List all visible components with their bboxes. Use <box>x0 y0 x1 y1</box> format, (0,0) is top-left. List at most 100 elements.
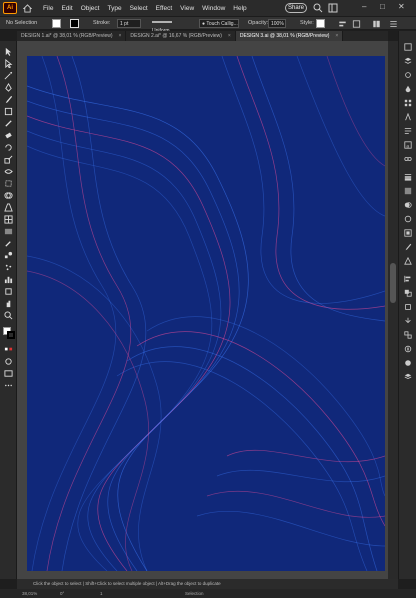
transparency-panel-icon[interactable] <box>404 201 412 209</box>
minimize-icon[interactable]: – <box>362 2 366 11</box>
style-swatch[interactable] <box>316 19 325 28</box>
blend-tool-icon[interactable] <box>4 251 13 260</box>
pencil-tool-icon[interactable] <box>4 119 13 128</box>
close-icon[interactable]: ✕ <box>398 2 405 11</box>
color-mode-icon[interactable] <box>4 345 13 354</box>
opacity-field[interactable]: 100% <box>268 19 286 28</box>
character-panel-icon[interactable] <box>404 113 412 121</box>
workspace-icon[interactable] <box>328 3 338 13</box>
paragraph-panel-icon[interactable] <box>404 127 412 135</box>
zoom-tool-icon[interactable] <box>4 311 13 320</box>
scale-tool-icon[interactable] <box>4 155 13 164</box>
artboards-panel-icon[interactable] <box>404 331 412 339</box>
menu-select[interactable]: Select <box>130 5 148 12</box>
home-icon[interactable] <box>21 2 33 14</box>
appearance-panel-icon[interactable] <box>404 215 412 223</box>
svg-text:a: a <box>406 144 409 149</box>
align-icon[interactable] <box>338 20 347 28</box>
history-panel-icon[interactable] <box>404 373 412 381</box>
stroke-swatch[interactable] <box>70 19 79 28</box>
align-panel-icon[interactable] <box>404 275 412 283</box>
brushes-panel-icon[interactable] <box>404 243 412 251</box>
selection-tool-icon[interactable] <box>4 47 13 56</box>
tab-design-1[interactable]: DESIGN 1.ai* @ 38,01 % (RGB/Preview) × <box>17 31 127 41</box>
magic-wand-tool-icon[interactable] <box>4 71 13 80</box>
rotate-tool-icon[interactable] <box>4 143 13 152</box>
transform-panel-icon[interactable] <box>404 303 412 311</box>
hand-tool-icon[interactable] <box>4 299 13 308</box>
tab-close-icon[interactable]: × <box>119 33 122 39</box>
draw-mode-icon[interactable] <box>4 357 13 366</box>
menu-object[interactable]: Object <box>81 5 100 12</box>
navigator-panel-icon[interactable] <box>404 345 412 353</box>
menu-type[interactable]: Type <box>107 5 121 12</box>
arrange-documents-icon[interactable] <box>372 20 381 28</box>
scrollbar-thumb[interactable] <box>390 263 396 303</box>
mesh-tool-icon[interactable] <box>4 215 13 224</box>
tab-close-icon[interactable]: × <box>335 33 338 39</box>
pathfinder-panel-icon[interactable] <box>404 289 412 297</box>
brush-dot-icon: ● <box>202 21 206 27</box>
search-icon[interactable] <box>313 3 323 13</box>
edit-toolbar-icon[interactable] <box>4 381 13 390</box>
tab-label: DESIGN 1.ai* @ 38,01 % (RGB/Preview) <box>21 33 113 39</box>
brush-tool-icon[interactable] <box>4 95 13 104</box>
direct-selection-tool-icon[interactable] <box>4 59 13 68</box>
menu-file[interactable]: File <box>43 5 53 12</box>
pen-tool-icon[interactable] <box>4 83 13 92</box>
shape-tool-icon[interactable] <box>4 107 13 116</box>
menu-view[interactable]: View <box>180 5 194 12</box>
color-panel-icon[interactable] <box>404 85 412 93</box>
vertical-scrollbar[interactable] <box>388 41 398 579</box>
brush-label: Touch Callig... <box>206 21 238 27</box>
artboard-number[interactable]: 1 <box>100 589 103 598</box>
tab-design-2[interactable]: DESIGN 2.ai* @ 16,67 % (RGB/Preview) × <box>126 31 236 41</box>
column-graph-tool-icon[interactable] <box>4 275 13 284</box>
symbol-sprayer-tool-icon[interactable] <box>4 263 13 272</box>
tab-design-3[interactable]: DESIGN 3.ai @ 38,01 % (RGB/Preview) × <box>235 31 344 41</box>
width-tool-icon[interactable] <box>4 167 13 176</box>
maximize-icon[interactable]: □ <box>380 2 385 11</box>
menu-help[interactable]: Help <box>233 5 246 12</box>
current-tool-label: Selection <box>185 591 204 596</box>
glyphs-panel-icon[interactable]: a <box>404 141 412 149</box>
screen-mode-icon[interactable] <box>4 369 13 378</box>
libraries-panel-icon[interactable] <box>404 71 412 79</box>
menu-effect[interactable]: Effect <box>156 5 173 12</box>
swatches-panel-icon[interactable] <box>404 99 412 107</box>
zoom-level[interactable]: 38,01% <box>22 589 37 598</box>
canvas-area[interactable] <box>17 41 388 579</box>
transform-icon[interactable] <box>352 20 361 28</box>
eraser-tool-icon[interactable] <box>4 131 13 140</box>
artboard-tool-icon[interactable] <box>4 287 13 296</box>
stroke-weight-field[interactable]: 1 pt <box>117 19 141 28</box>
artboard[interactable] <box>27 56 385 571</box>
menu-bar: Ai File Edit Object Type Select Effect V… <box>0 0 416 16</box>
rotation-value[interactable]: 0° <box>60 589 64 598</box>
stroke-panel-icon[interactable] <box>404 173 412 181</box>
shape-builder-tool-icon[interactable] <box>4 191 13 200</box>
gradient-tool-icon[interactable] <box>4 227 13 236</box>
gradient-panel-icon[interactable] <box>404 187 412 195</box>
eyedropper-tool-icon[interactable] <box>4 239 13 248</box>
brush-select[interactable]: ● Touch Callig... <box>199 19 239 28</box>
stroke-color-icon[interactable] <box>7 331 15 339</box>
panel-menu-icon[interactable] <box>389 20 398 28</box>
layers-panel-icon[interactable] <box>404 57 412 65</box>
share-button[interactable]: Share <box>285 3 307 13</box>
perspective-grid-tool-icon[interactable] <box>4 203 13 212</box>
status-hint-bar: Click the object to select | Shift+Click… <box>17 579 398 589</box>
fill-stroke-widget[interactable] <box>3 327 15 339</box>
info-panel-icon[interactable] <box>404 359 412 367</box>
links-panel-icon[interactable] <box>404 155 412 163</box>
fill-swatch[interactable] <box>52 19 61 28</box>
stroke-profile-select[interactable]: Uniform <box>150 19 190 34</box>
menu-window[interactable]: Window <box>202 5 225 12</box>
symbols-panel-icon[interactable] <box>404 257 412 265</box>
menu-edit[interactable]: Edit <box>61 5 72 12</box>
free-transform-tool-icon[interactable] <box>4 179 13 188</box>
graphic-styles-panel-icon[interactable] <box>404 229 412 237</box>
properties-panel-icon[interactable] <box>404 43 412 51</box>
tab-close-icon[interactable]: × <box>228 33 231 39</box>
asset-export-panel-icon[interactable] <box>404 317 412 325</box>
